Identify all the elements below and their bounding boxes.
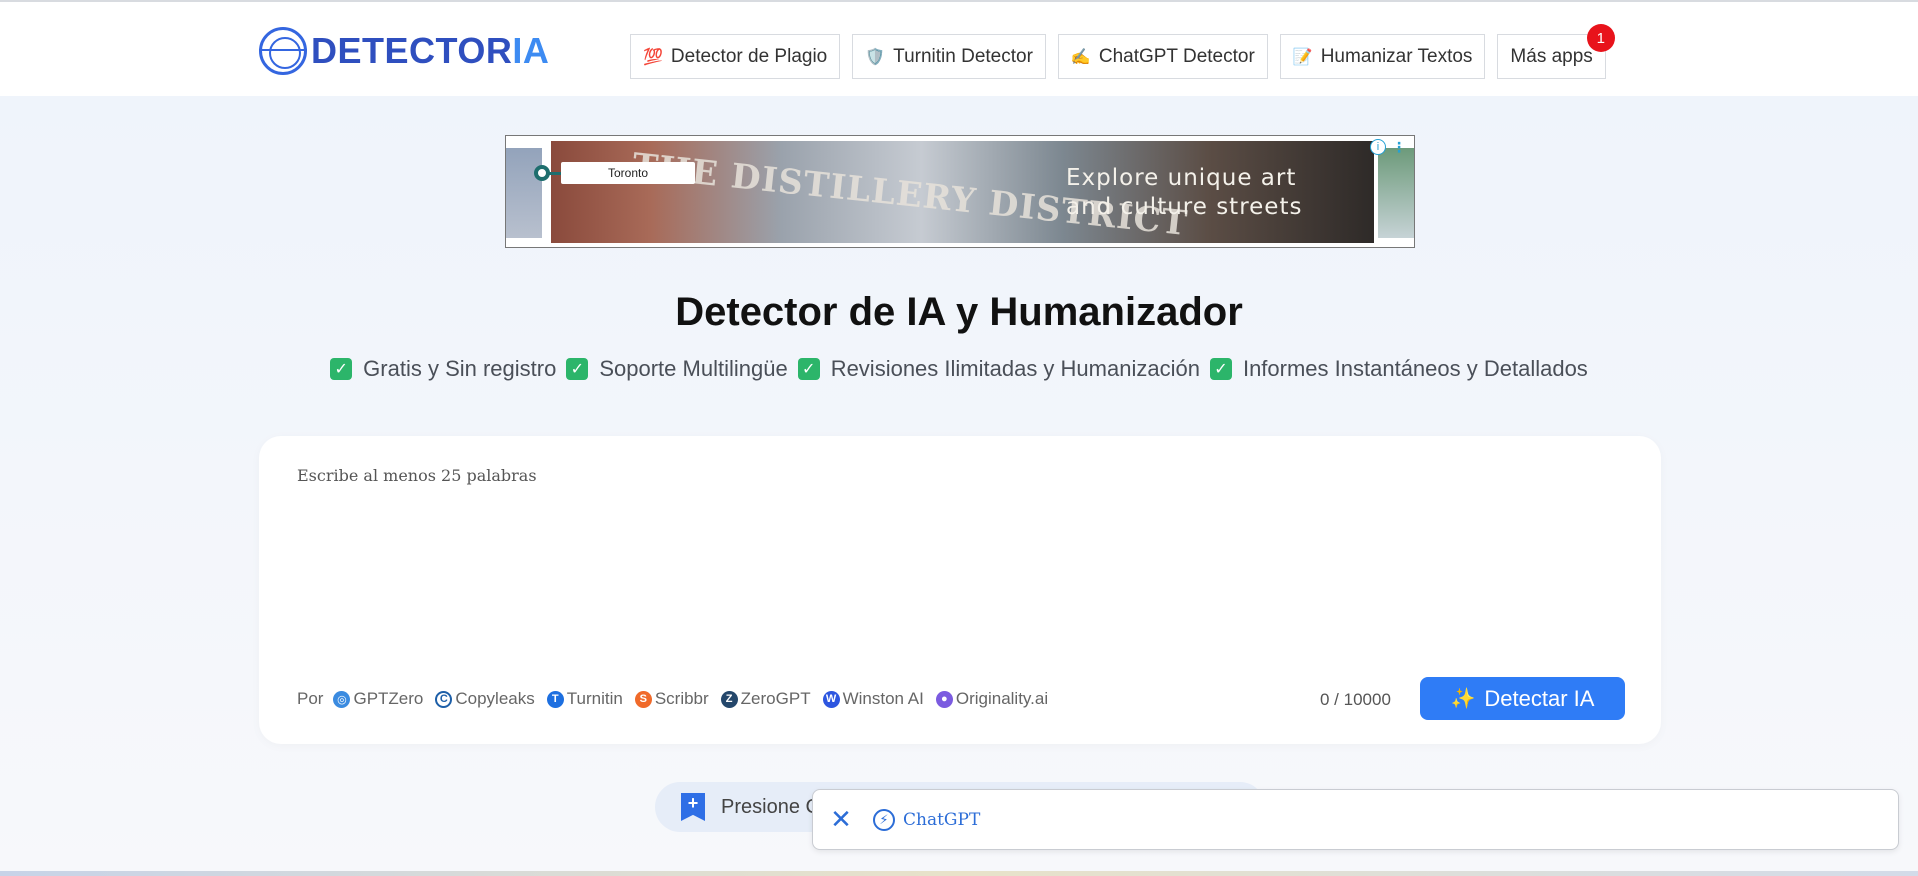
check-icon: ✓	[330, 358, 353, 380]
provider-turnitin: T Turnitin	[546, 689, 623, 709]
provider-label: GPTZero	[353, 689, 424, 708]
notification-badge: 1	[1586, 24, 1615, 52]
hundred-points-icon: 💯	[643, 48, 663, 66]
logo-text-detector: DETECTOR	[311, 30, 513, 71]
feature-label: Revisiones Ilimitadas y Humanización	[830, 356, 1200, 381]
nav-label: Turnitin Detector	[893, 45, 1033, 67]
provider-label: Turnitin	[566, 689, 623, 708]
site-header: DETECTORIA 💯 Detector de Plagio 🛡️ Turni…	[0, 2, 1918, 96]
ad-location-pill: Toronto	[561, 162, 695, 184]
check-icon: ✓	[797, 358, 820, 380]
provider-label: Originality.ai	[955, 689, 1049, 708]
provider-label: ZeroGPT	[740, 689, 811, 708]
provider-scribbr: S Scribbr	[634, 689, 709, 709]
scribbr-icon: S	[634, 690, 652, 708]
memo-icon: 📝	[1292, 48, 1313, 66]
text-input[interactable]	[297, 466, 1617, 646]
winston-ai-icon: W	[822, 690, 840, 708]
provider-label: Copyleaks	[455, 689, 535, 708]
logo-text-ia: IA	[512, 30, 550, 71]
provider-label: Scribbr	[654, 689, 709, 708]
nav-humanizar-textos[interactable]: 📝 Humanizar Textos	[1279, 34, 1486, 79]
provider-label: Winston AI	[842, 689, 924, 708]
nav-label: Más apps	[1510, 45, 1593, 67]
turnitin-icon: T	[546, 690, 564, 708]
lightning-icon: ⚡	[873, 808, 895, 831]
ad-menu-icon[interactable]: ⋮	[1392, 139, 1406, 156]
chatgpt-popup: ✕ ⚡ ChatGPT	[812, 789, 1899, 850]
originality-ai-icon: ●	[935, 690, 953, 708]
feature-item: ✓ Gratis y Sin registro	[330, 356, 556, 382]
popup-chatgpt-link[interactable]: ChatGPT	[903, 810, 980, 830]
shield-icon: 🛡️	[865, 48, 886, 66]
ad-info-icon[interactable]: i	[1370, 139, 1386, 155]
provider-winston-ai: W Winston AI	[822, 689, 924, 709]
sparkles-icon: ✨	[1450, 688, 1476, 710]
feature-label: Informes Instantáneos y Detallados	[1242, 356, 1588, 381]
provider-zerogpt: Z ZeroGPT	[720, 689, 811, 709]
logo-text: DETECTORIA	[311, 30, 549, 72]
feature-item: ✓ Revisiones Ilimitadas y Humanización	[797, 356, 1200, 382]
ad-map-pin-icon	[534, 165, 550, 181]
nav-mas-apps[interactable]: Más apps 1	[1497, 24, 1615, 79]
nav-detector-de-plagio[interactable]: 💯 Detector de Plagio	[630, 34, 841, 79]
nav-label: Detector de Plagio	[670, 45, 828, 67]
logo[interactable]: DETECTORIA	[259, 26, 549, 76]
detect-button-label: Detectar IA	[1484, 685, 1595, 711]
check-icon: ✓	[566, 358, 589, 380]
close-icon[interactable]: ✕	[829, 804, 853, 834]
feature-list: ✓ Gratis y Sin registro ✓ Soporte Multil…	[0, 356, 1918, 382]
page-title: Detector de IA y Humanizador	[675, 290, 1243, 334]
by-label: Por	[297, 689, 324, 708]
ad-headline-line1: Explore unique art	[1066, 165, 1297, 191]
bottom-edge	[0, 871, 1918, 876]
nav-chatgpt-detector[interactable]: ✍️ ChatGPT Detector	[1057, 34, 1268, 79]
provider-copyleaks: C Copyleaks	[435, 689, 535, 709]
ad-headline-line2: and culture streets	[1066, 194, 1303, 220]
gptzero-icon: ◎	[333, 690, 351, 708]
nav-turnitin-detector[interactable]: 🛡️ Turnitin Detector	[852, 34, 1046, 79]
detector-card: Por ◎ GPTZero C Copyleaks T Turnitin S S…	[259, 436, 1661, 744]
main-nav: 💯 Detector de Plagio 🛡️ Turnitin Detecto…	[630, 24, 1615, 79]
writing-hand-icon: ✍️	[1070, 48, 1091, 66]
ad-left-image	[506, 148, 542, 238]
feature-item: ✓ Informes Instantáneos y Detallados	[1209, 356, 1588, 382]
nav-label: Humanizar Textos	[1320, 45, 1473, 67]
check-icon: ✓	[1209, 358, 1232, 380]
logo-target-icon	[259, 27, 307, 75]
bookmark-plus-icon: +	[681, 793, 705, 821]
bookmark-hint-text: Presione C	[721, 795, 820, 818]
word-counter: 0 / 10000	[1320, 690, 1391, 709]
provider-gptzero: ◎ GPTZero	[333, 689, 423, 709]
feature-label: Gratis y Sin registro	[363, 356, 557, 381]
provider-list: Por ◎ GPTZero C Copyleaks T Turnitin S S…	[297, 689, 1060, 709]
ad-right-image	[1378, 148, 1414, 238]
ad-headline: Explore unique art and culture streets	[1066, 164, 1302, 222]
provider-originality-ai: ● Originality.ai	[935, 689, 1049, 709]
copyleaks-icon: C	[435, 690, 453, 708]
feature-label: Soporte Multilingüe	[599, 356, 788, 381]
nav-label: ChatGPT Detector	[1098, 45, 1255, 67]
advertisement-banner[interactable]: THE DISTILLERY DISTRICT Toronto Explore …	[505, 135, 1415, 248]
feature-item: ✓ Soporte Multilingüe	[566, 356, 788, 382]
zerogpt-icon: Z	[720, 690, 738, 708]
detect-ai-button[interactable]: ✨ Detectar IA	[1420, 677, 1625, 720]
